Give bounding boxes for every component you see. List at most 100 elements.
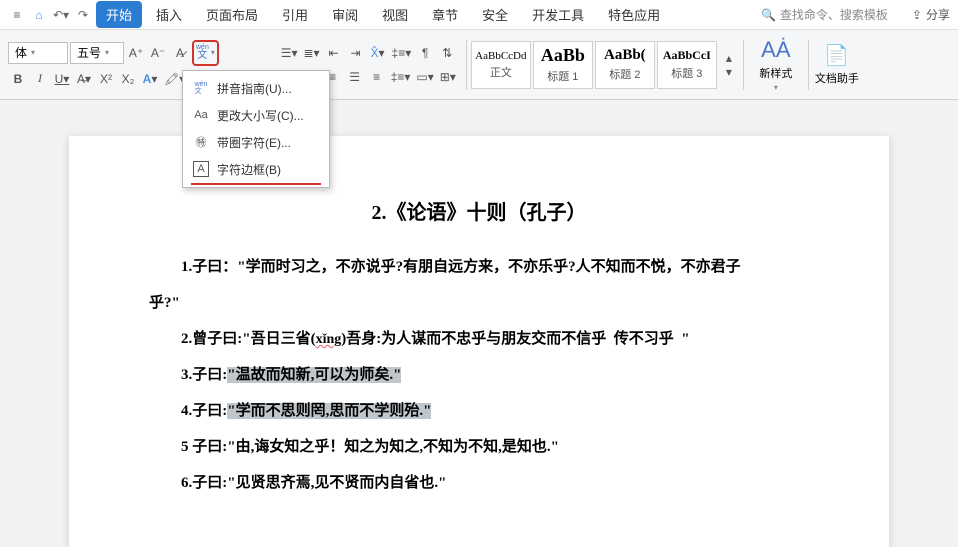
chevron-down-icon: ▾: [105, 48, 109, 57]
style-heading1[interactable]: AaBb 标题 1: [533, 41, 593, 89]
fill-color-button[interactable]: ▭▾: [414, 66, 435, 88]
share-button[interactable]: ⇪ 分享: [912, 6, 950, 23]
phonetic-guide-group: wén文 ▾ wén文 拼音指南(U)... Aa 更改大小写(C)... ㊕: [192, 40, 219, 66]
menu-item-label: 带圈字符(E)...: [217, 134, 291, 151]
enclosed-icon: ㊕: [193, 134, 209, 150]
style-heading3[interactable]: AaBbCcI 标题 3: [657, 41, 717, 89]
document-viewport: 🗎▾ 2.《论语》十则（孔子） 1.子曰："学而时习之，不亦说乎?有朋自远方来，…: [0, 100, 958, 547]
distribute-button[interactable]: ≡: [367, 66, 387, 88]
divider: [808, 40, 809, 90]
menu-item-label: 拼音指南(U)...: [217, 80, 292, 97]
style-preview: AaBbCcDd: [475, 50, 526, 62]
menu-bar: ≡ ⌂ ↶▾ ↷ 开始 插入 页面布局 引用 审阅 视图 章节 安全 开发工具 …: [0, 0, 958, 30]
tab-review[interactable]: 审阅: [322, 1, 368, 28]
font-size-value: 五号: [77, 44, 101, 61]
line-spacing-button[interactable]: ‡≡▾: [390, 42, 414, 64]
subscript-button[interactable]: X₂: [118, 68, 138, 90]
divider: [466, 40, 467, 90]
text-effects-button[interactable]: A▾: [140, 68, 160, 90]
redo-icon[interactable]: ↷: [74, 6, 92, 24]
tab-section[interactable]: 章节: [422, 1, 468, 28]
line-height-button[interactable]: ‡≡▾: [389, 66, 413, 88]
doc-paragraph: 1.子曰："学而时习之，不亦说乎?有朋自远方来，不亦乐乎?人不知而不悦，不亦君子: [149, 249, 809, 285]
decrease-indent-button[interactable]: ⇤: [324, 42, 344, 64]
doc-paragraph: 3.子曰:"温故而知新,可以为师矣.": [149, 357, 809, 393]
menu-icon[interactable]: ≡: [8, 6, 26, 24]
doc-paragraph: 2.曾子曰:"吾日三省(xǐng)吾身:为人谋而不忠乎与朋友交而不信乎 传不习乎…: [149, 321, 809, 357]
search-placeholder: 查找命令、搜索模板: [780, 6, 888, 23]
share-label: 分享: [926, 6, 950, 23]
doc-assist-label: 文档助手: [815, 70, 859, 86]
document-page[interactable]: 2.《论语》十则（孔子） 1.子曰："学而时习之，不亦说乎?有朋自远方来，不亦乐…: [69, 136, 889, 547]
search-input[interactable]: 🔍 查找命令、搜索模板: [761, 6, 888, 23]
pinyin-icon: wén文: [193, 80, 209, 96]
number-list-button[interactable]: ≣▾: [301, 42, 321, 64]
doc-paragraph: 6.子曰:"见贤思齐焉,见不贤而内自省也.": [149, 465, 809, 501]
new-style-icon: AȦ: [761, 37, 790, 63]
tab-view[interactable]: 视图: [372, 1, 418, 28]
tab-devtools[interactable]: 开发工具: [522, 1, 594, 28]
text-direction-button[interactable]: ⇅: [437, 42, 457, 64]
tab-special[interactable]: 特色应用: [598, 1, 670, 28]
menu-enclosed-char[interactable]: ㊕ 带圈字符(E)...: [185, 129, 327, 156]
font-group: 体▾ 五号▾ A⁺ A⁻ A̷ wén文 ▾ wén文 拼音指南(U)...: [4, 38, 247, 92]
style-label: 标题 3: [671, 65, 702, 81]
new-style-button[interactable]: AȦ 新样式▾: [748, 37, 804, 92]
menu-pinyin-guide[interactable]: wén文 拼音指南(U)...: [185, 75, 327, 102]
align-justify-button[interactable]: ☰: [345, 66, 365, 88]
phonetic-icon: wén文: [196, 44, 209, 61]
chevron-down-icon: ▾: [31, 48, 35, 57]
search-icon: 🔍: [761, 8, 776, 22]
style-label: 正文: [490, 64, 512, 80]
doc-paragraph: 4.子曰:"学而不思则罔,思而不学则殆.": [149, 393, 809, 429]
borders-button[interactable]: ⊞▾: [438, 66, 458, 88]
phonetic-guide-button[interactable]: wén文 ▾: [192, 40, 219, 66]
home-icon[interactable]: ⌂: [30, 6, 48, 24]
style-normal[interactable]: AaBbCcDd 正文: [471, 41, 531, 89]
style-heading2[interactable]: AaBb( 标题 2: [595, 41, 655, 89]
menu-change-case[interactable]: Aa 更改大小写(C)...: [185, 102, 327, 129]
font-size-dropdown[interactable]: 五号 ▾: [70, 42, 124, 64]
increase-indent-button[interactable]: ⇥: [346, 42, 366, 64]
new-style-label: 新样式: [759, 65, 792, 81]
menu-char-border[interactable]: A 字符边框(B): [185, 156, 327, 183]
chevron-down-icon: ▾: [211, 48, 215, 57]
tab-start[interactable]: 开始: [96, 1, 142, 28]
phonetic-dropdown-menu: wén文 拼音指南(U)... Aa 更改大小写(C)... ㊕ 带圈字符(E)…: [182, 70, 330, 188]
tab-insert[interactable]: 插入: [146, 1, 192, 28]
style-label: 标题 2: [609, 66, 640, 82]
toolbar-ribbon: 体▾ 五号▾ A⁺ A⁻ A̷ wén文 ▾ wén文 拼音指南(U)...: [0, 30, 958, 100]
doc-paragraph: 5 子曰:"由,诲女知之乎！知之为知之,不知为不知,是知也.": [149, 429, 809, 465]
styles-more-button[interactable]: ▴▾: [719, 41, 739, 89]
style-label: 标题 1: [547, 68, 578, 84]
font-name-value: 体: [15, 44, 27, 61]
styles-group: AaBbCcDd 正文 AaBb 标题 1 AaBb( 标题 2 AaBbCcI…: [471, 41, 739, 89]
superscript-button[interactable]: X²: [96, 68, 116, 90]
grow-font-button[interactable]: A⁺: [126, 42, 146, 64]
tab-reference[interactable]: 引用: [272, 1, 318, 28]
doc-assist-button[interactable]: 📄 文档助手: [813, 43, 861, 86]
highlight-underline: [191, 183, 321, 185]
menu-item-label: 更改大小写(C)...: [217, 107, 304, 124]
tab-pagelayout[interactable]: 页面布局: [196, 1, 268, 28]
style-preview: AaBb: [541, 45, 585, 66]
para-mark-button[interactable]: ¶: [415, 42, 435, 64]
shrink-font-button[interactable]: A⁻: [148, 42, 168, 64]
doc-assist-icon: 📄: [824, 43, 849, 68]
doc-paragraph: 乎?": [149, 285, 809, 321]
doc-title: 2.《论语》十则（孔子）: [149, 196, 809, 225]
bold-button[interactable]: B: [8, 68, 28, 90]
undo-icon[interactable]: ↶▾: [52, 6, 70, 24]
bullet-list-button[interactable]: ☰▾: [279, 42, 300, 64]
sort-button[interactable]: X̂▾: [368, 42, 388, 64]
strike-button[interactable]: A̶▾: [74, 68, 94, 90]
divider: [743, 40, 744, 90]
share-icon: ⇪: [912, 8, 922, 22]
style-preview: AaBb(: [604, 47, 646, 64]
font-name-dropdown[interactable]: 体▾: [8, 42, 68, 64]
tab-security[interactable]: 安全: [472, 1, 518, 28]
underline-button[interactable]: U▾: [52, 68, 72, 90]
italic-button[interactable]: I: [30, 68, 50, 90]
case-icon: Aa: [193, 107, 209, 123]
clear-format-button[interactable]: A̷: [170, 42, 190, 64]
